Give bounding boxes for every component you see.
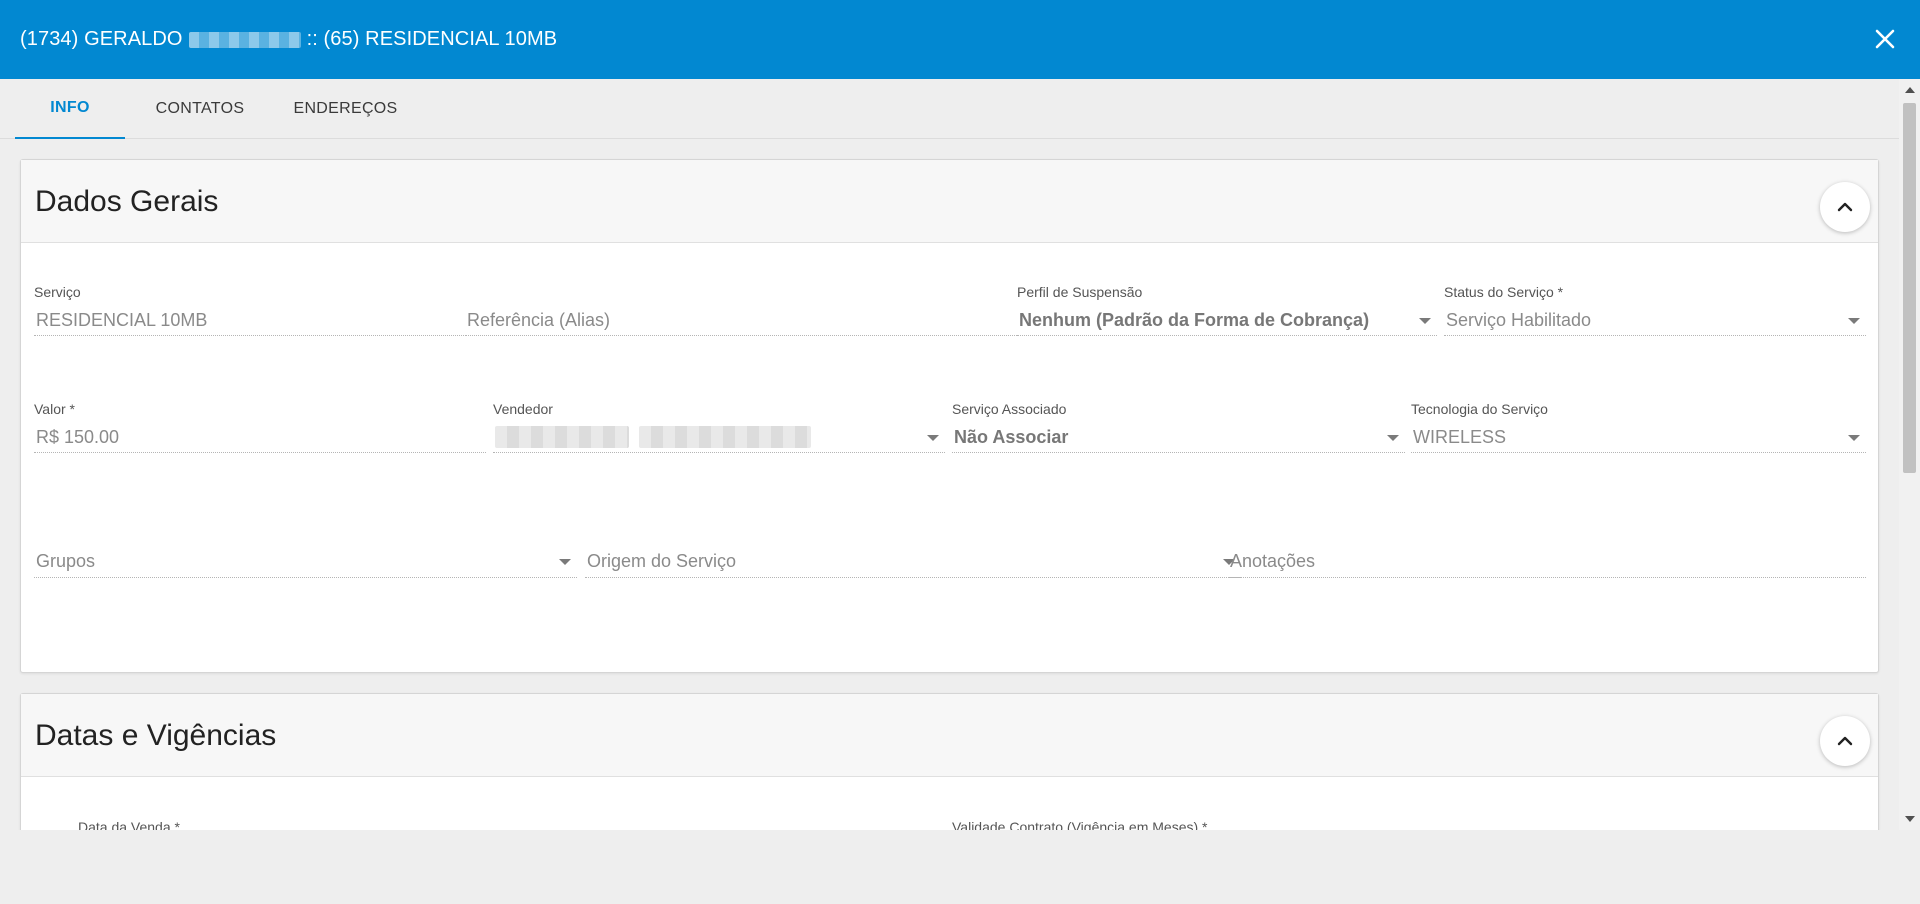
field-value: WIRELESS: [1413, 427, 1507, 447]
vendedor-select[interactable]: Vendedor: [493, 401, 945, 453]
chevron-down-icon: [1848, 318, 1860, 324]
field-underline: [34, 452, 486, 453]
close-button[interactable]: [1868, 22, 1902, 56]
field-underline: [1411, 452, 1866, 453]
card-dados-gerais: Dados Gerais Serviço RESIDENCIAL 10MB Re…: [20, 159, 1879, 673]
tab-info[interactable]: INFO: [15, 79, 125, 139]
chevron-down-icon: [927, 435, 939, 441]
field-value: Serviço Habilitado: [1446, 310, 1592, 330]
dialog-header: (1734) GERALDO :: (65) RESIDENCIAL 10MB: [0, 0, 1920, 79]
field-label: Vendedor: [493, 401, 553, 417]
data-venda-label: Data da Venda *: [78, 819, 180, 830]
field-value: RESIDENCIAL 10MB: [36, 310, 208, 330]
validade-contrato-label: Validade Contrato (Vigência em Meses) *: [952, 819, 1208, 830]
field-underline: [1228, 577, 1866, 578]
field-label: Tecnologia do Serviço: [1411, 401, 1548, 417]
field-label: Serviço: [34, 284, 81, 300]
collapse-button[interactable]: [1820, 716, 1870, 766]
field-label: Perfil de Suspensão: [1017, 284, 1143, 300]
field-underline: [465, 335, 1029, 336]
tab-contatos[interactable]: CONTATOS: [140, 79, 260, 139]
field-label: Valor *: [34, 401, 75, 417]
perfil-suspensao-select[interactable]: Perfil de Suspensão Nenhum (Padrão da Fo…: [1017, 284, 1437, 336]
collapse-button[interactable]: [1820, 182, 1870, 232]
anotacoes-input[interactable]: Anotações: [1228, 545, 1866, 585]
chevron-down-icon: [559, 559, 571, 565]
close-icon: [1875, 29, 1895, 49]
field-underline: [34, 577, 577, 578]
field-underline: [493, 452, 945, 453]
chevron-down-icon: [1387, 435, 1399, 441]
field-label: Status do Serviço *: [1444, 284, 1564, 300]
field-placeholder: Grupos: [36, 551, 96, 571]
grupos-select[interactable]: Grupos: [34, 545, 577, 585]
scroll-thumb[interactable]: [1903, 103, 1916, 473]
redacted-value: [495, 426, 629, 448]
status-servico-select[interactable]: Status do Serviço * Serviço Habilitado: [1444, 284, 1866, 336]
chevron-up-icon: [1837, 736, 1853, 746]
dialog-content: INFO CONTATOS ENDEREÇOS Dados Gerais Ser…: [0, 79, 1920, 830]
redacted-name: [188, 31, 301, 48]
tab-enderecos[interactable]: ENDEREÇOS: [285, 79, 406, 139]
referencia-input[interactable]: Referência (Alias): [465, 284, 1029, 336]
field-label: Serviço Associado: [952, 401, 1067, 417]
dialog-title-suffix: :: (65) RESIDENCIAL 10MB: [306, 28, 558, 50]
card-header: Dados Gerais: [21, 160, 1878, 243]
field-value: Não Associar: [954, 427, 1069, 447]
card-title: Datas e Vigências: [35, 719, 277, 752]
field-underline: [34, 335, 464, 336]
scroll-down-arrow-icon[interactable]: [1905, 816, 1915, 822]
chevron-down-icon: [1419, 318, 1431, 324]
field-underline: [952, 452, 1405, 453]
field-underline: [585, 577, 1241, 578]
scrollbar[interactable]: [1899, 79, 1920, 830]
valor-input[interactable]: Valor * R$ 150.00: [34, 401, 486, 453]
card-datas-vigencias: Datas e Vigências Data da Venda * Valida…: [20, 693, 1879, 830]
dialog-title-prefix: (1734) GERALDO: [20, 28, 183, 50]
field-value: Nenhum (Padrão da Forma de Cobrança): [1019, 310, 1370, 330]
origem-servico-select[interactable]: Origem do Serviço: [585, 545, 1241, 585]
tecnologia-select[interactable]: Tecnologia do Serviço WIRELESS: [1411, 401, 1866, 453]
field-placeholder: Origem do Serviço: [587, 551, 737, 571]
redacted-value: [639, 426, 811, 448]
servico-associado-select[interactable]: Serviço Associado Não Associar: [952, 401, 1405, 453]
chevron-up-icon: [1837, 202, 1853, 212]
tab-bar: INFO CONTATOS ENDEREÇOS: [0, 79, 1899, 139]
field-placeholder: Referência (Alias): [467, 310, 611, 330]
dialog-footer: [0, 830, 1920, 904]
field-underline: [1017, 335, 1437, 336]
scroll-up-arrow-icon[interactable]: [1905, 87, 1915, 93]
field-placeholder: Anotações: [1230, 551, 1316, 571]
field-underline: [1444, 335, 1866, 336]
card-header: Datas e Vigências: [21, 694, 1878, 777]
chevron-down-icon: [1848, 435, 1860, 441]
servico-field[interactable]: Serviço RESIDENCIAL 10MB: [34, 284, 464, 336]
card-title: Dados Gerais: [35, 185, 219, 218]
dialog-title: (1734) GERALDO :: (65) RESIDENCIAL 10MB: [20, 28, 557, 51]
field-value: R$ 150.00: [36, 427, 120, 447]
